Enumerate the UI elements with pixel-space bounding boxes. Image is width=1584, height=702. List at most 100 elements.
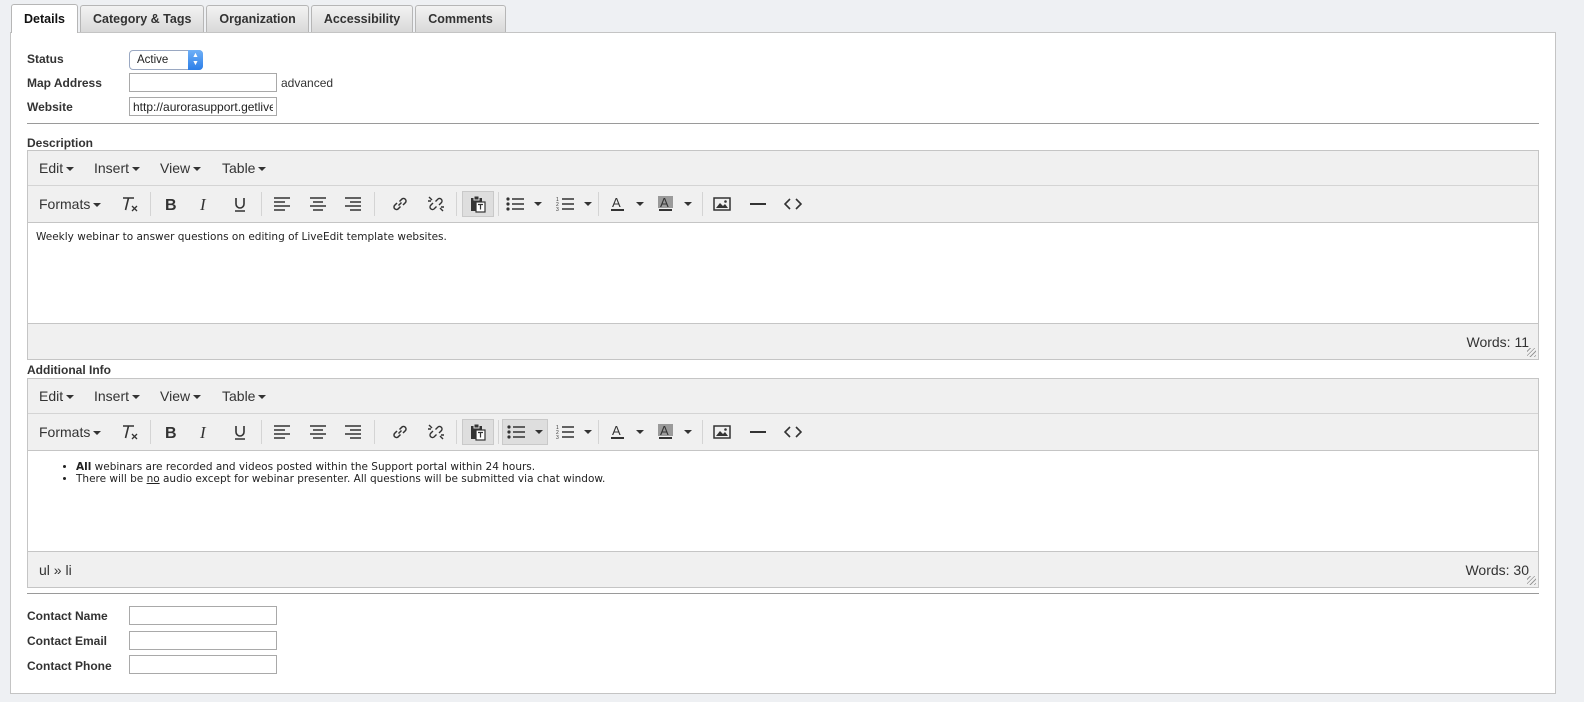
align-right-icon[interactable] (339, 191, 367, 217)
list-item-text: There will be (76, 473, 147, 485)
bold-icon[interactable]: B (156, 191, 184, 217)
menu-view[interactable]: View (160, 160, 202, 176)
description-content[interactable]: Weekly webinar to answer questions on ed… (28, 223, 1538, 324)
numbered-list-icon[interactable]: 123 (554, 191, 594, 217)
menu-insert[interactable]: Insert (94, 160, 141, 176)
resize-grip-icon[interactable] (1527, 576, 1536, 585)
editor-menubar: Edit Insert View Table (28, 379, 1538, 414)
svg-text:A: A (660, 196, 669, 210)
additional-info-label: Additional Info (27, 363, 111, 377)
description-label: Description (27, 136, 94, 150)
editor-menubar: Edit Insert View Table (28, 151, 1538, 186)
svg-text:B: B (165, 425, 177, 440)
italic-icon[interactable]: I (191, 419, 219, 445)
underline-icon[interactable] (226, 191, 254, 217)
svg-text:A: A (660, 424, 669, 438)
menu-table[interactable]: Table (222, 388, 267, 404)
svg-text:A: A (612, 196, 621, 210)
word-count: Words: 11 (1466, 334, 1529, 350)
menu-insert[interactable]: Insert (94, 388, 141, 404)
menu-table-label: Table (222, 388, 256, 404)
formats-dropdown[interactable]: Formats (39, 424, 102, 440)
text-color-icon[interactable]: A (606, 191, 648, 217)
bold-icon[interactable]: B (156, 419, 184, 445)
menu-view-label: View (160, 160, 191, 176)
divider (27, 593, 1539, 594)
align-center-icon[interactable] (304, 191, 332, 217)
tab-accessibility[interactable]: Accessibility (310, 5, 414, 32)
additional-info-content[interactable]: All webinars are recorded and videos pos… (28, 451, 1538, 552)
clear-format-icon[interactable] (116, 191, 144, 217)
tab-category-tags[interactable]: Category & Tags (80, 5, 205, 32)
menu-edit[interactable]: Edit (39, 160, 75, 176)
numbered-list-icon[interactable]: 123 (554, 419, 594, 445)
unlink-icon[interactable] (422, 419, 450, 445)
contact-email-label: Contact Email (27, 634, 108, 648)
tab-organization[interactable]: Organization (206, 5, 309, 32)
menu-table-label: Table (222, 160, 256, 176)
element-path[interactable]: ul » li (39, 562, 72, 578)
editor-toolbar: Formats B I 123 A A (28, 414, 1538, 451)
word-count: Words: 30 (1465, 562, 1529, 578)
divider (27, 123, 1539, 124)
svg-text:3: 3 (556, 207, 559, 212)
bold-text: All (76, 461, 92, 473)
status-select[interactable]: Active ▲ ▼ (129, 50, 203, 70)
underlined-text: no (146, 473, 160, 485)
chevron-updown-icon: ▲ ▼ (188, 50, 203, 70)
underline-icon[interactable] (226, 419, 254, 445)
menu-table[interactable]: Table (222, 160, 267, 176)
paste-text-icon[interactable] (462, 419, 494, 445)
list-item: There will be no audio except for webina… (76, 473, 605, 485)
formats-dropdown[interactable]: Formats (39, 196, 102, 212)
text-color-icon[interactable]: A (606, 419, 648, 445)
link-icon[interactable] (386, 191, 414, 217)
menu-edit-label: Edit (39, 388, 64, 404)
resize-grip-icon[interactable] (1527, 348, 1536, 357)
source-code-icon[interactable] (779, 191, 807, 217)
website-label: Website (27, 100, 73, 114)
contact-name-label: Contact Name (27, 609, 108, 623)
background-color-icon[interactable]: A (654, 419, 696, 445)
menu-insert-label: Insert (94, 160, 130, 176)
align-right-icon[interactable] (339, 419, 367, 445)
editor-toolbar: Formats B I 123 A A (28, 186, 1538, 223)
menu-edit[interactable]: Edit (39, 388, 75, 404)
contact-name-input[interactable] (129, 606, 277, 625)
menu-edit-label: Edit (39, 160, 64, 176)
map-address-label: Map Address (27, 76, 102, 90)
horizontal-rule-icon[interactable] (744, 419, 772, 445)
unlink-icon[interactable] (422, 191, 450, 217)
list-item-text: audio except for webinar presenter. All … (159, 473, 606, 485)
italic-icon[interactable]: I (191, 191, 219, 217)
tab-details[interactable]: Details (11, 4, 78, 33)
align-left-icon[interactable] (268, 191, 296, 217)
map-address-input[interactable] (129, 73, 277, 92)
contact-phone-input[interactable] (129, 655, 277, 674)
align-center-icon[interactable] (304, 419, 332, 445)
link-icon[interactable] (386, 419, 414, 445)
tab-comments[interactable]: Comments (415, 5, 506, 32)
contact-email-input[interactable] (129, 631, 277, 650)
background-color-icon[interactable]: A (654, 191, 696, 217)
status-value: Active (137, 54, 169, 66)
menu-view[interactable]: View (160, 388, 202, 404)
image-icon[interactable] (708, 191, 736, 217)
align-left-icon[interactable] (268, 419, 296, 445)
paste-text-icon[interactable] (462, 191, 494, 217)
website-input[interactable] (129, 97, 277, 116)
tab-bar: Details Category & Tags Organization Acc… (11, 4, 508, 33)
image-icon[interactable] (708, 419, 736, 445)
bullet-list-icon[interactable] (502, 191, 546, 217)
advanced-link[interactable]: advanced (281, 76, 333, 90)
formats-label: Formats (39, 424, 91, 440)
horizontal-rule-icon[interactable] (744, 191, 772, 217)
svg-text:3: 3 (556, 435, 559, 440)
svg-text:I: I (199, 424, 207, 440)
source-code-icon[interactable] (779, 419, 807, 445)
clear-format-icon[interactable] (116, 419, 144, 445)
svg-text:I: I (199, 196, 207, 212)
svg-text:B: B (165, 197, 177, 212)
bullet-list-icon[interactable] (502, 419, 548, 445)
description-editor: Edit Insert View Table Formats B I 123 A… (27, 150, 1539, 360)
